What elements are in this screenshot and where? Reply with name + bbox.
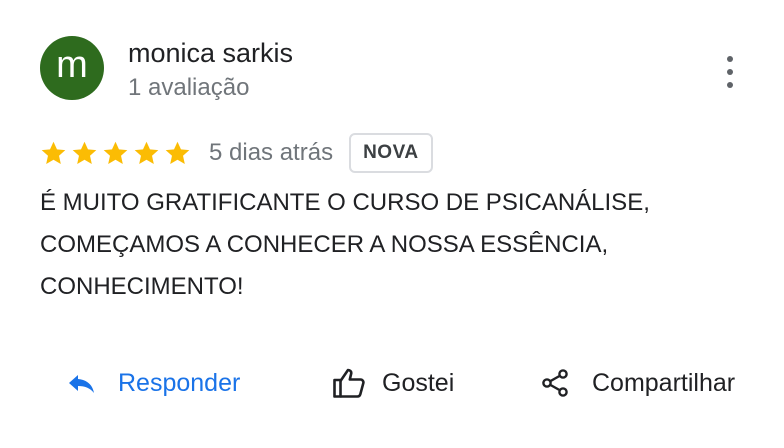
new-badge: NOVA [349,133,433,173]
author-review-count: 1 avaliação [128,74,250,101]
avatar-initial: m [56,44,88,86]
star-icon [71,140,98,167]
star-icon [133,140,160,167]
star-icon [164,140,191,167]
reply-button[interactable]: Responder [66,360,240,406]
review-text: É MUITO GRATIFICANTE O CURSO DE PSICANÁL… [40,182,760,308]
author-name[interactable]: monica sarkis [128,38,293,69]
star-icon [40,140,67,167]
review-line: CONHECIMENTO! [40,273,244,300]
star-rating [40,140,195,167]
avatar[interactable]: m [40,36,104,100]
star-icon [102,140,129,167]
more-vert-icon[interactable] [716,56,744,88]
action-bar: Responder Gostei Compartilhar [0,360,784,406]
review-line: COMEÇAMOS A CONHECER A NOSSA ESSÊNCIA, [40,231,609,258]
review-card: m monica sarkis 1 avaliação 5 dias atrás… [0,0,784,448]
like-label: Gostei [382,368,455,397]
share-label: Compartilhar [592,368,736,397]
like-button[interactable]: Gostei [332,360,454,406]
review-date: 5 dias atrás [209,139,334,166]
thumb-up-icon [332,367,366,399]
reply-label: Responder [118,368,241,397]
reply-icon [66,371,96,395]
share-button[interactable]: Compartilhar [540,360,735,406]
rating-row: 5 dias atrás NOVA [40,132,433,174]
review-line: É MUITO GRATIFICANTE O CURSO DE PSICANÁL… [40,189,650,216]
share-icon [540,368,570,398]
